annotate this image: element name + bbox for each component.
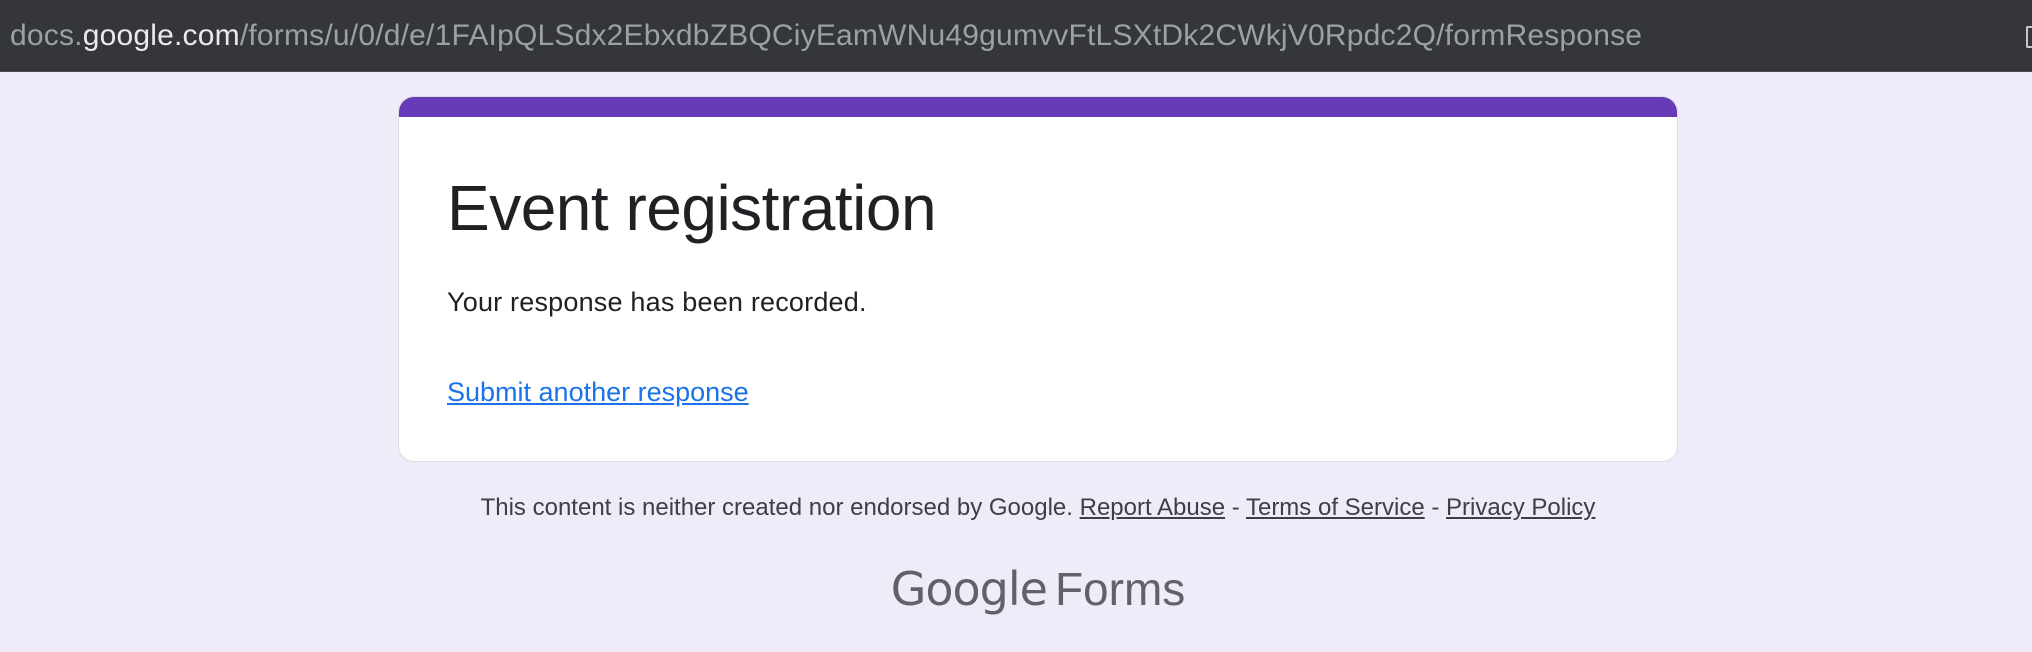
url-text[interactable]: docs.google.com/forms/u/0/d/e/1FAIpQLSdx…: [10, 0, 1642, 72]
url-domain: google.com: [82, 19, 240, 52]
submit-another-response-link[interactable]: Submit another response: [447, 377, 749, 408]
disclaimer-text: This content is neither created nor endo…: [480, 494, 1073, 521]
browser-address-bar[interactable]: docs.google.com/forms/u/0/d/e/1FAIpQLSdx…: [0, 0, 2032, 72]
form-title: Event registration: [447, 172, 937, 244]
footer-disclaimer: This content is neither created nor endo…: [0, 494, 2032, 522]
form-accent-bar: [399, 97, 1677, 117]
report-abuse-link[interactable]: Report Abuse: [1080, 494, 1225, 521]
privacy-policy-link[interactable]: Privacy Policy: [1446, 494, 1595, 521]
confirmation-message: Your response has been recorded.: [447, 287, 867, 317]
footer-separator: -: [1231, 494, 1240, 521]
google-forms-logo[interactable]: Google Forms: [0, 562, 2032, 616]
brand-forms: Forms: [1054, 563, 1186, 615]
url-subdomain: docs.: [10, 19, 83, 52]
brand-google: Google: [890, 562, 1048, 616]
form-card: Event registration Your response has bee…: [398, 96, 1678, 462]
url-path: /forms/u/0/d/e/1FAIpQLSdx2EbxdbZBQCiyEam…: [239, 19, 1643, 52]
terms-of-service-link[interactable]: Terms of Service: [1246, 494, 1425, 521]
window-edge-icon: [2026, 26, 2032, 48]
footer-separator: -: [1431, 494, 1440, 521]
